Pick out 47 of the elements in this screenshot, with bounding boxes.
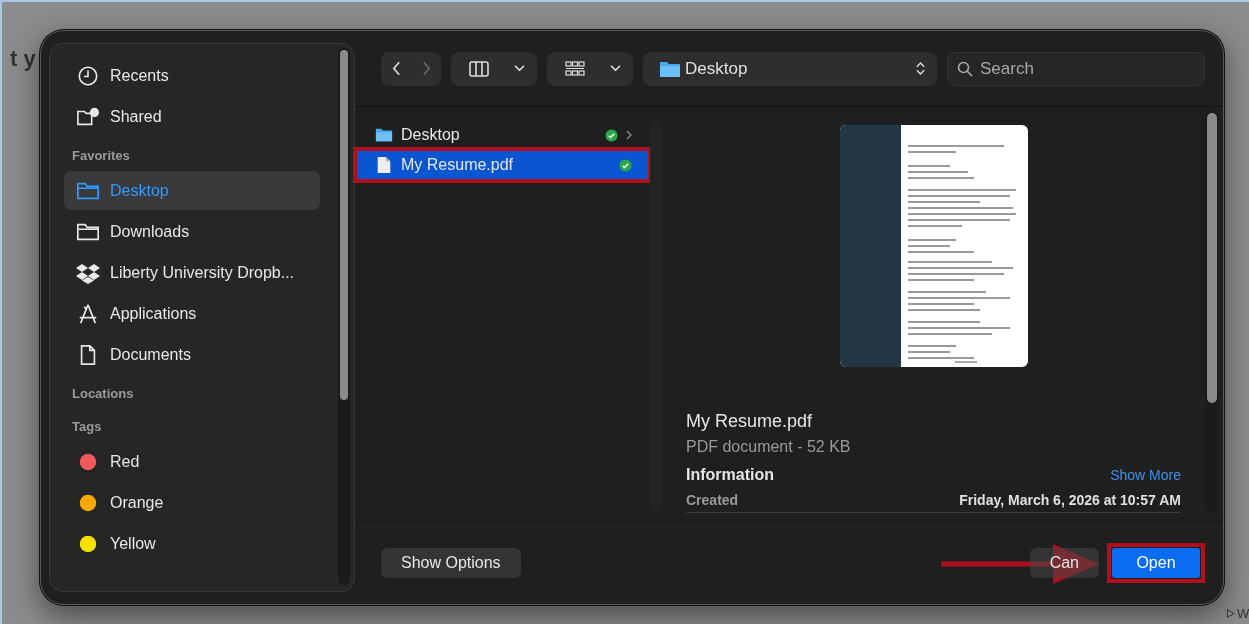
location-popup[interactable]: Desktop	[643, 51, 937, 86]
chevron-icon	[421, 61, 431, 76]
sidebar-section-title: Locations	[71, 385, 135, 403]
search-field[interactable]: Search	[947, 51, 1205, 86]
up-down-chevron-icon	[916, 61, 925, 76]
info-label: Created	[686, 492, 739, 508]
scrollbar-track[interactable]	[650, 117, 662, 513]
file-row[interactable]: Desktop	[355, 121, 650, 149]
sidebar-item[interactable]: Red	[64, 442, 320, 481]
file-row[interactable]: My Resume.pdf	[355, 149, 650, 181]
gallery-view-button[interactable]	[547, 51, 633, 86]
columns-icon	[469, 60, 489, 77]
scrollbar-thumb[interactable]	[340, 50, 348, 400]
dropbox-icon	[76, 261, 100, 284]
folder-icon	[375, 126, 393, 144]
sidebar-item[interactable]: Applications	[64, 294, 320, 333]
file-type-size: PDF document - 52 KB	[686, 438, 852, 456]
information-heading: Information	[686, 466, 774, 484]
search-icon	[957, 60, 973, 77]
show-options-button[interactable]: Show Options	[381, 548, 521, 578]
pdf-file-icon	[375, 156, 393, 174]
sidebar-item[interactable]: Documents	[64, 335, 320, 374]
sidebar-item[interactable]: Shared	[64, 97, 320, 136]
caret-icon	[514, 65, 525, 72]
sidebar-item[interactable]: Orange	[64, 483, 320, 522]
play-icon	[1226, 609, 1235, 618]
chevron-icon	[391, 61, 401, 76]
grid-icon	[565, 60, 585, 77]
sidebar-item[interactable]: Downloads	[64, 212, 320, 251]
scrollbar-thumb[interactable]	[1207, 113, 1217, 403]
sidebar-item[interactable]: Recents	[64, 56, 320, 95]
shared-folder-icon	[76, 105, 100, 128]
page-heading: t y	[10, 46, 36, 72]
page-text: W	[1237, 606, 1249, 621]
open-button[interactable]: Open	[1112, 548, 1200, 578]
sidebar-item[interactable]: Liberty University Dropb...	[64, 253, 320, 292]
folder-icon	[659, 59, 681, 78]
sidebar-item[interactable]: Desktop	[64, 171, 320, 210]
clock-icon	[76, 64, 100, 87]
column-view-button[interactable]	[451, 51, 537, 86]
caret-icon	[610, 65, 621, 72]
show-more-link[interactable]: Show More	[1110, 467, 1181, 483]
sidebar-section-title: Favorites	[71, 147, 131, 165]
sidebar-item[interactable]: Yellow	[64, 524, 320, 563]
sidebar-section-title: Tags	[71, 418, 103, 436]
file-title: My Resume.pdf	[686, 411, 814, 432]
info-value: Friday, March 6, 2026 at 10:57 AM	[959, 492, 1181, 508]
